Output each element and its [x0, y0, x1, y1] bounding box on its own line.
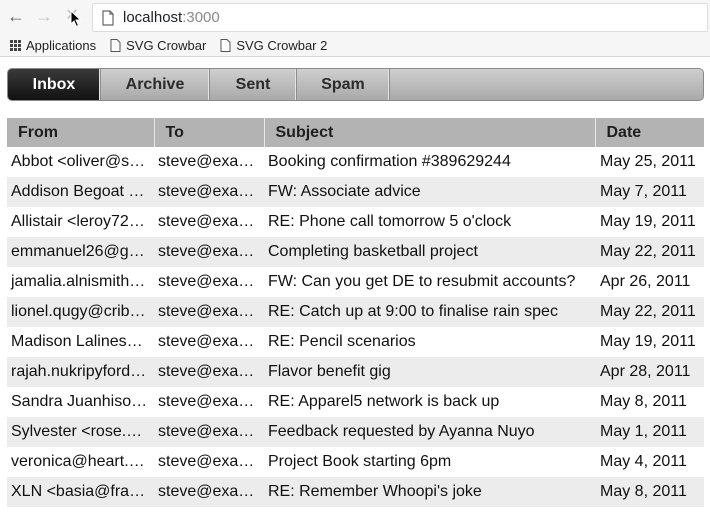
date-cell: May 8, 2011: [595, 387, 704, 417]
from-cell: Abbot <oliver@s…: [7, 147, 154, 177]
mouse-cursor-icon: [70, 10, 82, 28]
from-cell: Allistair <leroy72…: [7, 207, 154, 237]
table-row[interactable]: Allistair <leroy72… steve@exa… RE: Phone c…: [7, 207, 704, 237]
to-cell: steve@exa…: [154, 327, 264, 357]
to-cell: steve@exa…: [154, 357, 264, 387]
mailbox-tabs: Inbox Archive Sent Spam: [7, 68, 704, 101]
subject-cell: Feedback requested by Ayanna Nuyo: [264, 417, 595, 447]
table-row[interactable]: Addison Begoat … steve@exa… FW: Associate …: [7, 177, 704, 207]
to-cell: steve@exa…: [154, 147, 264, 177]
subject-cell: RE: Apparel5 network is back up: [264, 387, 595, 417]
to-cell: steve@exa…: [154, 387, 264, 417]
from-cell: Sylvester <rose.…: [7, 417, 154, 447]
page-icon: [102, 9, 114, 26]
page-icon: [220, 38, 231, 52]
back-arrow-icon[interactable]: ←: [6, 6, 26, 26]
table-row[interactable]: Sylvester <rose.… steve@exa… Feedback requ…: [7, 417, 704, 447]
bookmark-label: SVG Crowbar: [126, 37, 207, 53]
table-row[interactable]: Madison Lalines… steve@exa… RE: Pencil sce…: [7, 327, 704, 357]
subject-cell: FW: Can you get DE to resubmit accounts?: [264, 267, 595, 297]
tab-sent[interactable]: Sent: [210, 69, 297, 100]
column-header-subject[interactable]: Subject: [264, 118, 596, 147]
table-header-row: From To Subject Date: [7, 118, 704, 147]
apps-grid-icon: [10, 39, 21, 51]
from-cell: rajah.nukripyford…: [7, 357, 154, 387]
column-header-to[interactable]: To: [154, 118, 265, 147]
bookmark-label: SVG Crowbar 2: [236, 37, 328, 53]
subject-cell: RE: Remember Whoopi's joke: [264, 477, 595, 507]
bookmark-label: Applications: [26, 37, 97, 53]
table-row[interactable]: jamalia.alnismith… steve@exa… FW: Can you …: [7, 267, 704, 297]
from-cell: veronica@heart.…: [7, 447, 154, 477]
subject-cell: Booking confirmation #389629244: [264, 147, 595, 177]
date-cell: Apr 26, 2011: [595, 267, 704, 297]
from-cell: Sandra Juanhiso…: [7, 387, 154, 417]
date-cell: May 22, 2011: [595, 297, 704, 327]
bookmarks-bar: Applications SVG Crowbar SVG Crowbar 2: [0, 34, 710, 57]
bookmark-svg-crowbar[interactable]: SVG Crowbar: [110, 38, 206, 53]
date-cell: May 22, 2011: [595, 237, 704, 267]
url-text: localhost:3000: [123, 9, 220, 26]
subject-cell: Project Book starting 6pm: [264, 447, 595, 477]
date-cell: May 4, 2011: [595, 447, 704, 477]
page-icon: [110, 38, 121, 52]
tab-inbox[interactable]: Inbox: [8, 69, 101, 100]
to-cell: steve@exa…: [154, 177, 264, 207]
to-cell: steve@exa…: [154, 297, 264, 327]
table-row[interactable]: emmanuel26@g… steve@exa… Completing basket…: [7, 237, 704, 267]
tab-spam[interactable]: Spam: [297, 69, 390, 100]
tab-archive[interactable]: Archive: [101, 69, 210, 100]
column-header-from[interactable]: From: [7, 118, 155, 147]
column-header-date[interactable]: Date: [595, 118, 704, 147]
subject-cell: RE: Pencil scenarios: [264, 327, 595, 357]
subject-cell: Flavor benefit gig: [264, 357, 595, 387]
table-row[interactable]: lionel.qugy@crib… steve@exa… RE: Catch up …: [7, 297, 704, 327]
from-cell: jamalia.alnismith…: [7, 267, 154, 297]
subject-cell: FW: Associate advice: [264, 177, 595, 207]
from-cell: Addison Begoat …: [7, 177, 154, 207]
table-row[interactable]: veronica@heart.… steve@exa… Project Book s…: [7, 447, 704, 477]
forward-arrow-icon[interactable]: →: [34, 6, 54, 26]
subject-cell: RE: Catch up at 9:00 to finalise rain sp…: [264, 297, 595, 327]
to-cell: steve@exa…: [154, 477, 264, 507]
date-cell: May 1, 2011: [595, 417, 704, 447]
date-cell: May 7, 2011: [595, 177, 704, 207]
to-cell: steve@exa…: [154, 267, 264, 297]
date-cell: May 19, 2011: [595, 327, 704, 357]
bookmark-svg-crowbar-2[interactable]: SVG Crowbar 2: [220, 38, 327, 53]
bookmark-applications[interactable]: Applications: [10, 38, 96, 53]
to-cell: steve@exa…: [154, 417, 264, 447]
mail-table: From To Subject Date Abbot <oliver@s… ste…: [7, 118, 704, 507]
to-cell: steve@exa…: [154, 447, 264, 477]
from-cell: emmanuel26@g…: [7, 237, 154, 267]
to-cell: steve@exa…: [154, 237, 264, 267]
subject-cell: RE: Phone call tomorrow 5 o'clock: [264, 207, 595, 237]
table-row[interactable]: XLN <basia@fra… steve@exa… RE: Remember Wh…: [7, 477, 704, 507]
date-cell: May 25, 2011: [595, 147, 704, 177]
url-host: localhost: [123, 9, 183, 26]
table-row[interactable]: rajah.nukripyford… steve@exa… Flavor benef…: [7, 357, 704, 387]
subject-cell: Completing basketball project: [264, 237, 595, 267]
url-port: :3000: [182, 9, 220, 26]
date-cell: May 19, 2011: [595, 207, 704, 237]
from-cell: XLN <basia@fra…: [7, 477, 154, 507]
to-cell: steve@exa…: [154, 207, 264, 237]
from-cell: lionel.qugy@crib…: [7, 297, 154, 327]
table-row[interactable]: Abbot <oliver@s… steve@exa… Booking confir…: [7, 147, 704, 177]
date-cell: May 8, 2011: [595, 477, 704, 507]
browser-toolbar: ← → ✕ localhost:3000: [0, 0, 710, 34]
from-cell: Madison Lalines…: [7, 327, 154, 357]
date-cell: Apr 28, 2011: [595, 357, 704, 387]
address-bar[interactable]: localhost:3000: [92, 3, 708, 32]
mail-rows: Abbot <oliver@s… steve@exa… Booking confir…: [7, 147, 704, 507]
table-row[interactable]: Sandra Juanhiso… steve@exa… RE: Apparel5 n…: [7, 387, 704, 417]
